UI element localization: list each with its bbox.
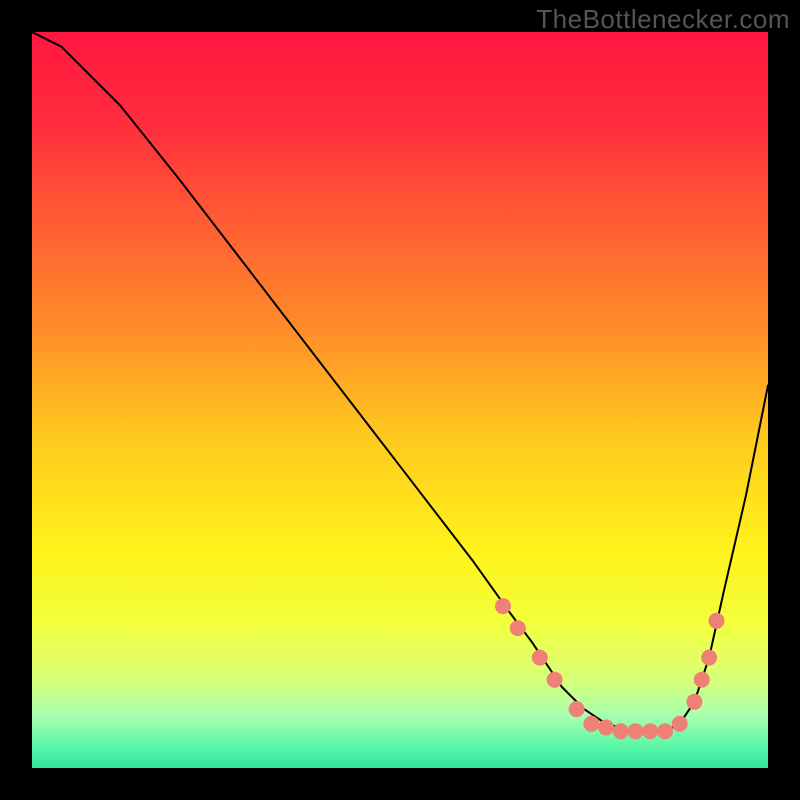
watermark-text: TheBottlenecker.com <box>536 4 790 35</box>
marker-point <box>598 720 614 736</box>
marker-point <box>701 650 717 666</box>
marker-point <box>495 598 511 614</box>
marker-point <box>709 613 725 629</box>
chart-svg <box>32 32 768 768</box>
marker-point <box>657 723 673 739</box>
marker-point <box>532 650 548 666</box>
marker-point <box>569 701 585 717</box>
marker-point <box>613 723 629 739</box>
marker-point <box>510 620 526 636</box>
marker-point <box>628 723 644 739</box>
marker-point <box>672 716 688 732</box>
marker-point <box>642 723 658 739</box>
marker-point <box>583 716 599 732</box>
chart-frame: TheBottlenecker.com <box>0 0 800 800</box>
marker-point <box>547 672 563 688</box>
marker-point <box>694 672 710 688</box>
marker-point <box>686 694 702 710</box>
gradient-background <box>32 32 768 768</box>
plot-area <box>32 32 768 768</box>
